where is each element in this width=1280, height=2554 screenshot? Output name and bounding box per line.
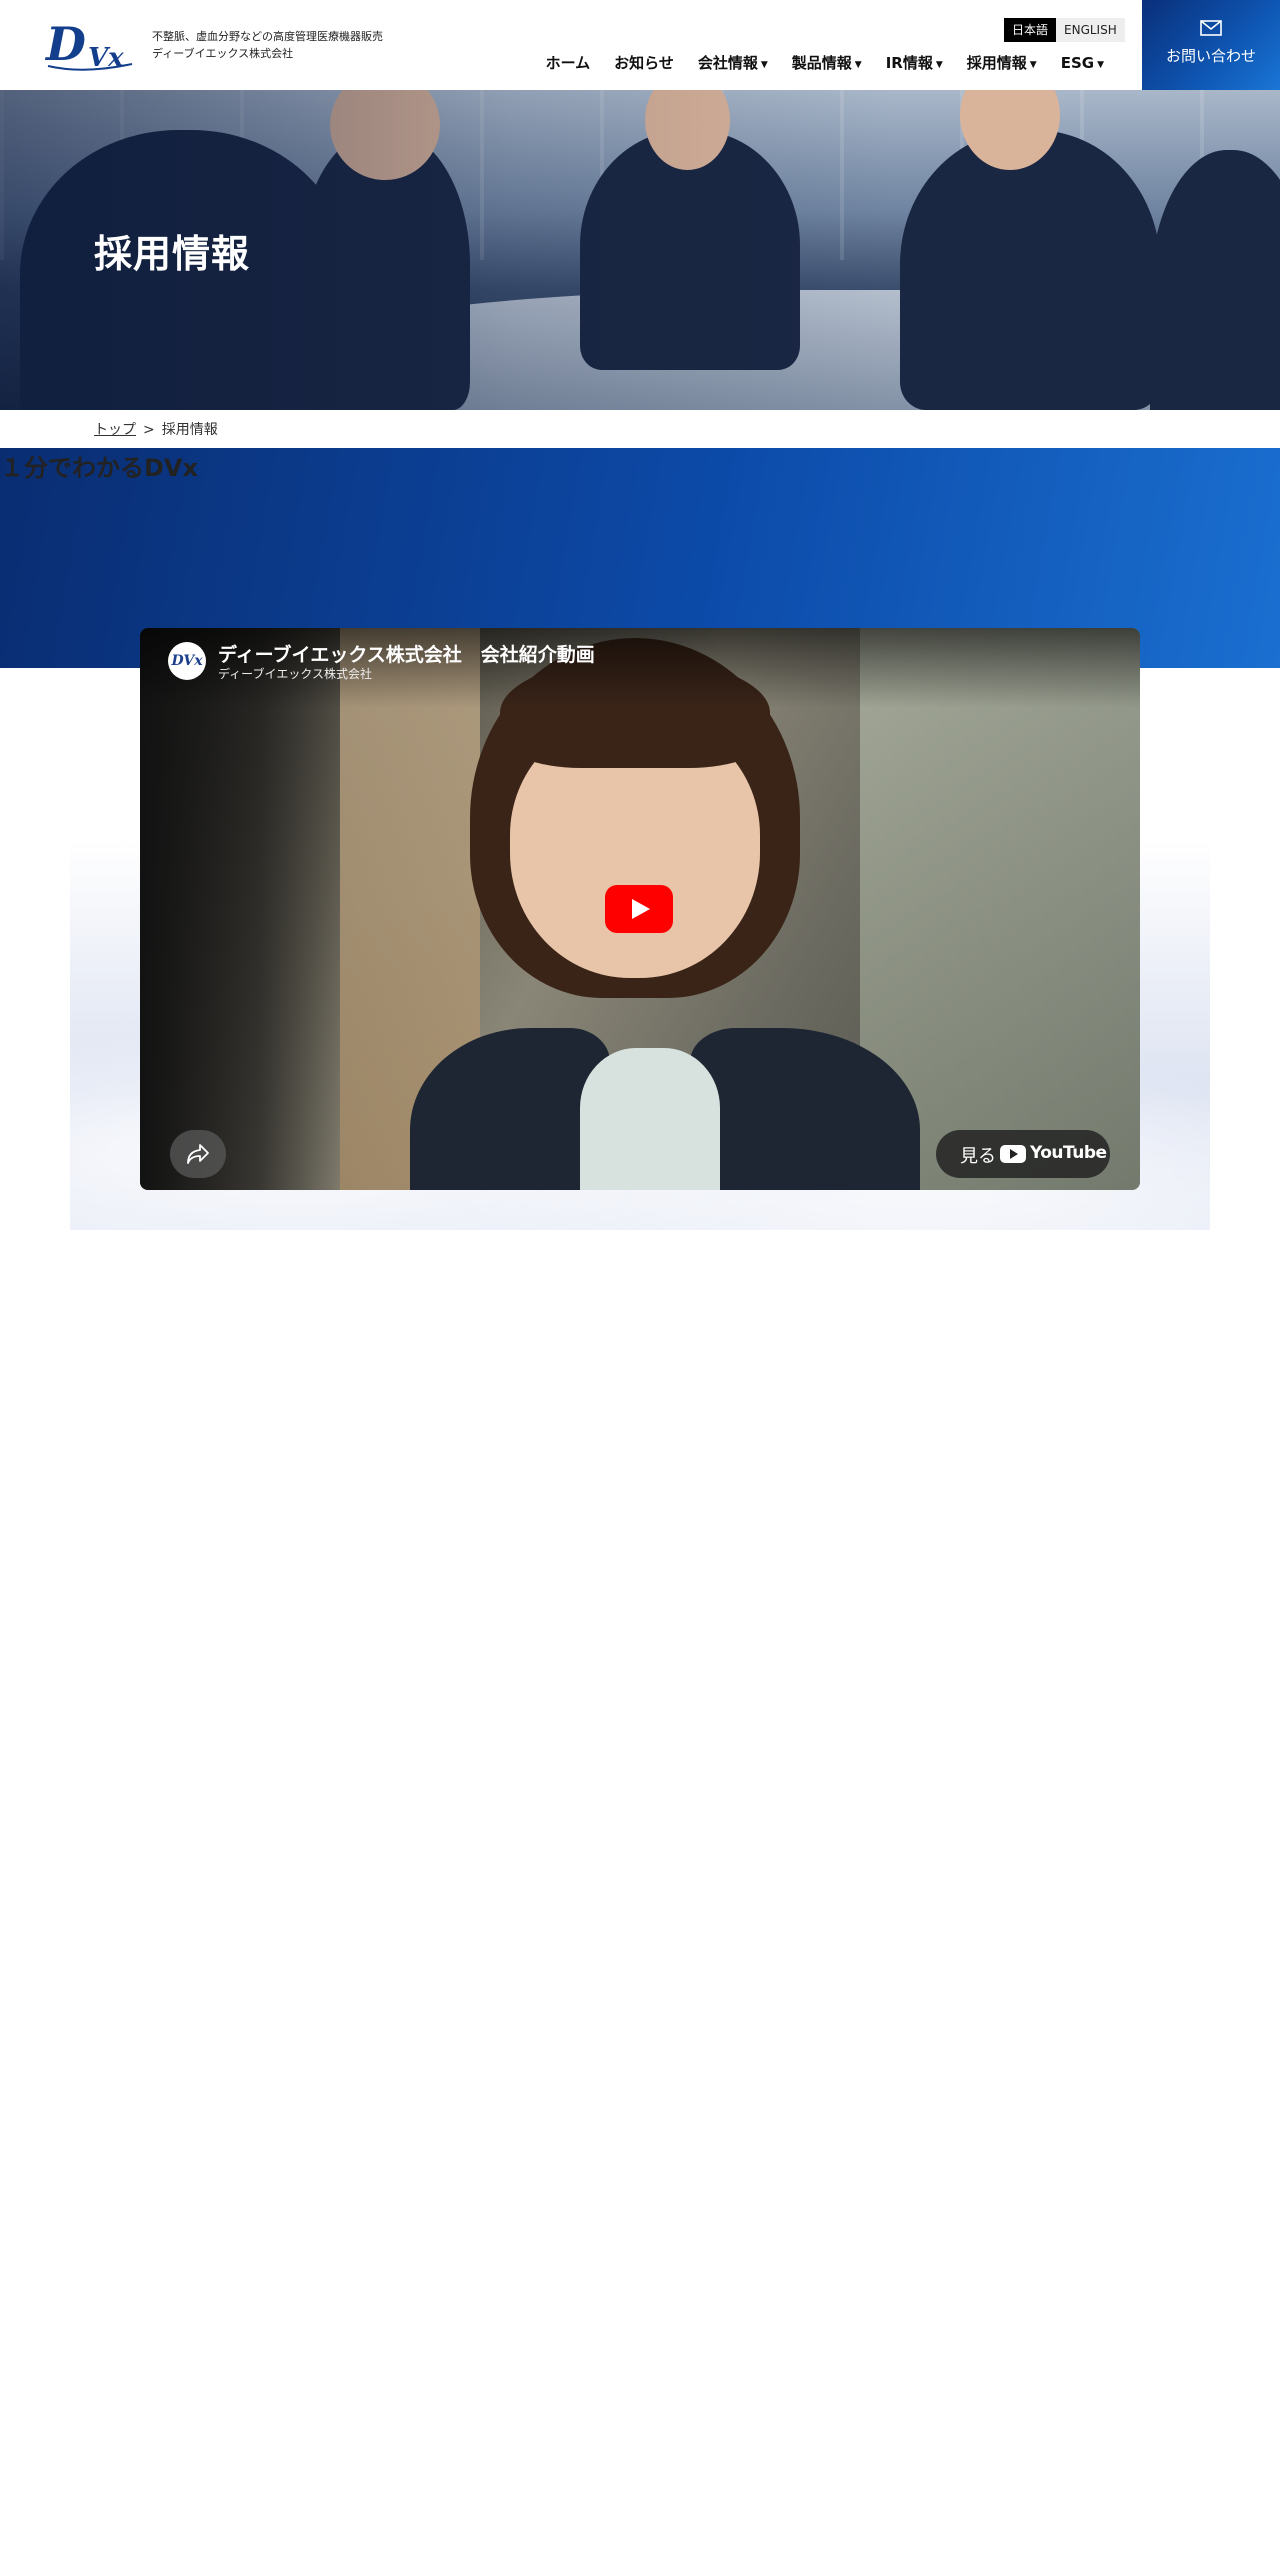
hero-banner: 採用情報: [0, 90, 1280, 410]
nav-recruit[interactable]: 採用情報 ▼: [955, 50, 1049, 78]
nav-company-label: 会社情報: [697, 54, 758, 72]
watch-on-youtube-button[interactable]: 見る YouTube: [936, 1130, 1110, 1178]
play-icon[interactable]: [605, 885, 673, 933]
main-nav: ホーム お知らせ 会社情報 ▼ 製品情報 ▼ IR情報 ▼ 採用情報 ▼ ESG ▼: [500, 50, 1116, 78]
breadcrumb-current: 採用情報: [161, 422, 218, 438]
youtube-logo-icon: [1000, 1145, 1026, 1163]
nav-news-label: お知らせ: [614, 54, 674, 72]
video-frame-shirt: [580, 1048, 720, 1190]
nav-company[interactable]: 会社情報 ▼: [686, 50, 780, 78]
page-title: 採用情報: [94, 232, 251, 276]
contact-button[interactable]: お問い合わせ: [1142, 0, 1280, 90]
chevron-down-icon: ▼: [935, 60, 943, 70]
lang-japanese[interactable]: 日本語: [1004, 18, 1057, 42]
video-channel-name[interactable]: ディーブイエックス株式会社: [218, 665, 372, 682]
mail-icon: [1200, 20, 1222, 36]
nav-news[interactable]: お知らせ: [602, 50, 686, 78]
chevron-down-icon: ▼: [760, 60, 768, 70]
youtube-wordmark: YouTube: [1030, 1143, 1107, 1163]
watch-label: 見る: [960, 1146, 996, 1167]
tagline-line-2: ディーブイエックス株式会社: [152, 47, 294, 60]
nav-home-label: ホーム: [545, 54, 591, 72]
video-title[interactable]: ディーブイエックス株式会社 会社紹介動画: [218, 640, 595, 667]
nav-esg-label: ESG: [1060, 54, 1095, 72]
site-tagline: 不整脈、虚血分野などの高度管理医療機器販売 ディーブイエックス株式会社: [152, 28, 383, 62]
section-title: １分でわかるDVx: [0, 454, 198, 482]
language-switcher: 日本語 ENGLISH: [1004, 18, 1125, 42]
svg-text:D: D: [44, 17, 86, 71]
breadcrumb-home-link[interactable]: トップ: [94, 422, 136, 438]
breadcrumb-separator: >: [143, 422, 155, 438]
youtube-video-embed[interactable]: DVx ディーブイエックス株式会社 会社紹介動画 ディーブイエックス株式会社 見…: [140, 628, 1140, 1190]
share-button[interactable]: [170, 1130, 226, 1178]
tagline-line-1: 不整脈、虚血分野などの高度管理医療機器販売: [152, 30, 383, 43]
chevron-down-icon: ▼: [854, 60, 862, 70]
nav-home[interactable]: ホーム: [534, 50, 603, 78]
nav-esg[interactable]: ESG ▼: [1049, 50, 1116, 78]
share-icon: [187, 1144, 209, 1164]
nav-products[interactable]: 製品情報 ▼: [780, 50, 874, 78]
breadcrumb: トップ > 採用情報: [94, 419, 218, 439]
video-frame-foreground: [140, 628, 340, 1190]
dvx-logo[interactable]: D Vx: [44, 14, 136, 74]
lang-english[interactable]: ENGLISH: [1056, 18, 1125, 42]
site-header: D Vx 不整脈、虚血分野などの高度管理医療機器販売 ディーブイエックス株式会社…: [0, 0, 1280, 90]
chevron-down-icon: ▼: [1029, 60, 1037, 70]
channel-avatar[interactable]: DVx: [168, 642, 206, 680]
nav-recruit-label: 採用情報: [966, 54, 1027, 72]
nav-products-label: 製品情報: [791, 54, 852, 72]
contact-button-label: お問い合わせ: [1165, 47, 1256, 65]
chevron-down-icon: ▼: [1097, 60, 1104, 70]
nav-ir[interactable]: IR情報 ▼: [874, 50, 955, 78]
nav-ir-label: IR情報: [885, 54, 933, 72]
